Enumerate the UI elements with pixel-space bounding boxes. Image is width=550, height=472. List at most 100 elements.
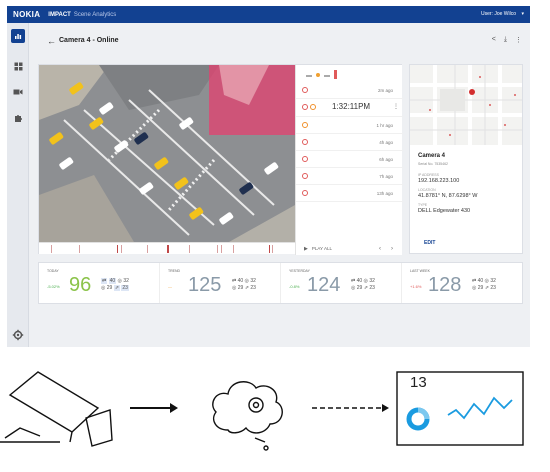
video-card: 2m ago 1:32:11PM ⋮ 1 hr ago 4h ago 6h ag… bbox=[38, 64, 403, 255]
header-actions: < ⤓ ⋮ bbox=[492, 36, 522, 44]
intersection-image bbox=[39, 65, 295, 242]
direction-icon: ⇄ bbox=[351, 278, 356, 284]
camera-serial: Serial No. 7535462 bbox=[418, 162, 448, 166]
stat-yesterday: YESTERDAY -0.8% 124 ⇄ 40 ◎ 32 ◎ 29 ⇗ 23 bbox=[281, 263, 402, 303]
clock-icon: ◎ bbox=[101, 285, 106, 291]
puzzle-icon bbox=[14, 114, 22, 122]
chevron-left-icon[interactable]: ‹ bbox=[379, 246, 381, 252]
list-item[interactable]: 13h ago bbox=[296, 185, 403, 202]
direction-icon: ⇗ bbox=[244, 285, 249, 291]
dashed-arrow-icon bbox=[312, 404, 389, 412]
sidebar-item-grid[interactable] bbox=[11, 59, 25, 73]
dashboard-number: 13 bbox=[410, 374, 427, 391]
camera-feed[interactable] bbox=[39, 65, 295, 242]
stat-value: 128 bbox=[428, 274, 462, 296]
sidebar-item-analytics[interactable] bbox=[11, 29, 25, 43]
stat-today: TODAY -5.02% 96 ⇄ 40 ◎ 32 ◎ 29 ⇗ 23 bbox=[39, 263, 160, 303]
stat-value: 96 bbox=[69, 274, 92, 296]
play-icon[interactable]: ▶ bbox=[304, 246, 308, 252]
type-label: TYPE bbox=[418, 203, 428, 207]
event-list: 2m ago 1:32:11PM ⋮ 1 hr ago 4h ago 6h ag… bbox=[295, 65, 403, 255]
top-bar: NOKIA IMPACT Scene Analytics User: Joe W… bbox=[7, 6, 530, 23]
clock-icon: ◎ bbox=[472, 285, 477, 291]
clock-icon: ◎ bbox=[117, 278, 122, 284]
sidebar-item-plugins[interactable] bbox=[11, 111, 25, 125]
download-icon[interactable]: ⤓ bbox=[504, 36, 507, 44]
stat-value: 125 bbox=[188, 274, 222, 296]
edit-button[interactable]: EDIT bbox=[424, 240, 435, 246]
settings-gear-icon[interactable] bbox=[12, 329, 24, 341]
clock-icon: ◎ bbox=[232, 285, 237, 291]
clock-icon: ◎ bbox=[351, 285, 356, 291]
playback-controls: ▶ PLAY ALL ‹ › bbox=[296, 242, 403, 255]
stat-last-week: LAST WEEK +1.6% 128 ⇄ 40 ◎ 32 ◎ 29 ⇗ 23 bbox=[410, 269, 496, 296]
stat-breakdown: ⇄ 40 ◎ 32 ◎ 29 ⇗ 23 bbox=[472, 278, 496, 291]
list-item[interactable]: 2m ago bbox=[296, 82, 403, 99]
stat-breakdown: ⇄ 40 ◎ 32 ◎ 29 ⇗ 23 bbox=[351, 278, 375, 291]
main-content: ← Camera 4 - Online < ⤓ ⋮ 2m ago 1:32:11… bbox=[29, 23, 530, 347]
clock-icon bbox=[302, 122, 308, 128]
location-map[interactable] bbox=[410, 65, 522, 145]
stat-breakdown: ⇄ 40 ◎ 32 ◎ 29 ⇗ 23 bbox=[101, 278, 129, 291]
event-filter-bar[interactable] bbox=[302, 70, 342, 80]
security-camera-icon bbox=[0, 371, 113, 447]
stats-bar: TODAY -5.02% 96 ⇄ 40 ◎ 32 ◎ 29 ⇗ 23 TREN… bbox=[38, 262, 523, 304]
alert-icon bbox=[302, 156, 308, 162]
bar-chart-icon bbox=[15, 34, 22, 39]
stat-breakdown: ⇄ 40 ◎ 32 ◎ 29 ⇗ 23 bbox=[232, 278, 256, 291]
ip-value: 192.168.223.100 bbox=[418, 178, 460, 184]
type-value: DELL Edgewater 430 bbox=[418, 208, 471, 214]
user-menu[interactable]: User: Joe Wilco bbox=[481, 11, 516, 17]
clock-icon: ◎ bbox=[363, 278, 368, 284]
alert-icon bbox=[302, 104, 308, 110]
direction-icon bbox=[302, 173, 308, 179]
more-options-icon[interactable]: ⋮ bbox=[515, 36, 522, 44]
stat-trend: TREND — 125 ⇄ 40 ◎ 32 ◎ 29 ⇗ 23 bbox=[160, 263, 281, 303]
share-icon[interactable]: < bbox=[492, 36, 496, 44]
arrow-right-icon bbox=[130, 403, 178, 413]
play-all-button[interactable]: PLAY ALL bbox=[312, 246, 332, 251]
grid-icon bbox=[14, 62, 22, 70]
product-name: IMPACT bbox=[48, 11, 71, 18]
chevron-down-icon[interactable]: ▾ bbox=[521, 11, 524, 17]
list-item[interactable]: 6h ago bbox=[296, 151, 403, 168]
direction-icon: ⇄ bbox=[101, 278, 108, 284]
chevron-right-icon[interactable]: › bbox=[391, 246, 393, 252]
page-header: ← Camera 4 - Online < ⤓ ⋮ bbox=[29, 23, 530, 53]
map-image bbox=[410, 65, 522, 145]
list-item-active[interactable]: 1:32:11PM ⋮ bbox=[296, 99, 403, 117]
sidebar-item-cameras[interactable] bbox=[11, 85, 25, 99]
ip-label: IP ADDRESS bbox=[418, 173, 439, 177]
more-options-icon[interactable]: ⋮ bbox=[393, 103, 399, 110]
page-title: Camera 4 - Online bbox=[59, 37, 119, 44]
direction-icon: ⇄ bbox=[232, 278, 237, 284]
camera-info-card: Camera 4 Serial No. 7535462 IP ADDRESS 1… bbox=[409, 64, 523, 254]
direction-icon: ⇗ bbox=[363, 285, 368, 291]
process-illustration bbox=[0, 371, 524, 451]
clock-icon bbox=[310, 104, 316, 110]
product-subtitle: Scene Analytics bbox=[73, 11, 117, 18]
app-window: NOKIA IMPACT Scene Analytics User: Joe W… bbox=[7, 6, 530, 347]
arrow-left-icon[interactable]: ← bbox=[47, 36, 56, 46]
list-item[interactable]: 4h ago bbox=[296, 134, 403, 151]
camera-name: Camera 4 bbox=[418, 153, 446, 159]
cloud-gear-icon bbox=[212, 381, 283, 451]
current-time: 1:32:11PM bbox=[332, 102, 371, 111]
direction-icon bbox=[302, 139, 308, 145]
list-item[interactable]: 1 hr ago bbox=[296, 117, 403, 134]
sidebar bbox=[7, 23, 29, 347]
direction-icon: ⇄ bbox=[472, 278, 477, 284]
alert-icon bbox=[302, 87, 308, 93]
direction-icon: ⇗ bbox=[113, 285, 120, 291]
direction-icon: ⇗ bbox=[484, 285, 489, 291]
brand-logo: NOKIA bbox=[13, 10, 41, 19]
location-label: LOCATION bbox=[418, 188, 436, 192]
direction-icon bbox=[302, 190, 308, 196]
location-value: 41.8781° N, 87.6298° W bbox=[418, 193, 478, 199]
clock-icon: ◎ bbox=[244, 278, 249, 284]
video-camera-icon bbox=[13, 89, 23, 95]
list-item[interactable]: 7h ago bbox=[296, 168, 403, 185]
stat-value: 124 bbox=[307, 274, 341, 296]
clock-icon: ◎ bbox=[484, 278, 489, 284]
video-timeline[interactable] bbox=[39, 242, 295, 254]
